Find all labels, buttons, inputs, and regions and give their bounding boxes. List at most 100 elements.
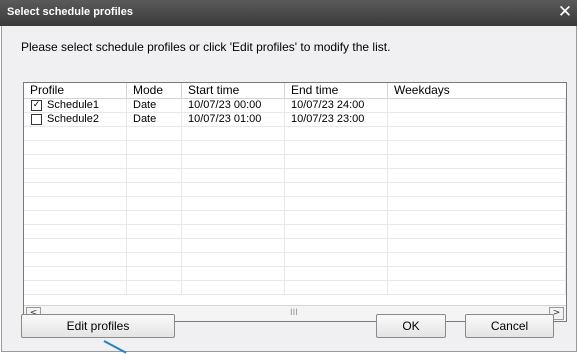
empty-cell xyxy=(285,239,388,252)
checkbox-checked[interactable]: ✓ xyxy=(31,100,42,111)
dialog-body: Please select schedule profiles or click… xyxy=(1,26,577,352)
empty-table-row xyxy=(24,211,566,225)
empty-cell xyxy=(182,211,285,224)
empty-cell xyxy=(388,183,566,196)
empty-table-row xyxy=(24,281,566,295)
empty-table-row xyxy=(24,225,566,239)
empty-cell xyxy=(127,183,182,196)
empty-table-row xyxy=(24,141,566,155)
cell-weekdays xyxy=(388,113,566,126)
empty-table-row xyxy=(24,197,566,211)
empty-cell xyxy=(285,169,388,182)
empty-cell xyxy=(127,169,182,182)
column-header-profile[interactable]: Profile xyxy=(24,83,127,98)
empty-cell xyxy=(182,281,285,294)
empty-table-row xyxy=(24,267,566,281)
empty-cell xyxy=(285,155,388,168)
column-header-weekdays[interactable]: Weekdays xyxy=(388,83,566,98)
empty-table-row xyxy=(24,239,566,253)
empty-cell xyxy=(388,127,566,140)
empty-cell xyxy=(24,169,127,182)
empty-cell xyxy=(127,127,182,140)
column-header-end-time[interactable]: End time xyxy=(285,83,388,98)
empty-table-row xyxy=(24,253,566,267)
empty-cell xyxy=(24,239,127,252)
empty-cell xyxy=(127,253,182,266)
empty-cell xyxy=(285,225,388,238)
empty-cell xyxy=(285,211,388,224)
empty-cell xyxy=(388,197,566,210)
empty-cell xyxy=(182,127,285,140)
empty-cell xyxy=(182,239,285,252)
cell-mode: Date xyxy=(127,113,182,126)
empty-table-row xyxy=(24,155,566,169)
empty-cell xyxy=(24,281,127,294)
empty-cell xyxy=(127,239,182,252)
empty-cell xyxy=(388,281,566,294)
empty-cell xyxy=(127,281,182,294)
empty-cell xyxy=(388,211,566,224)
empty-cell xyxy=(127,211,182,224)
empty-cell xyxy=(127,155,182,168)
close-icon[interactable]: ✕ xyxy=(556,2,574,22)
cell-weekdays xyxy=(388,99,566,112)
empty-cell xyxy=(24,141,127,154)
empty-cell xyxy=(285,267,388,280)
empty-table-row xyxy=(24,127,566,141)
empty-cell xyxy=(388,155,566,168)
cell-end: 10/07/23 23:00 xyxy=(285,113,388,126)
empty-cell xyxy=(182,141,285,154)
empty-cell xyxy=(127,225,182,238)
empty-cell xyxy=(285,141,388,154)
scroll-grip-icon[interactable]: III xyxy=(290,308,298,318)
cell-start: 10/07/23 00:00 xyxy=(182,99,285,112)
empty-cell xyxy=(285,183,388,196)
empty-cell xyxy=(285,127,388,140)
cell-end: 10/07/23 24:00 xyxy=(285,99,388,112)
empty-cell xyxy=(388,141,566,154)
empty-cell xyxy=(24,211,127,224)
empty-cell xyxy=(24,253,127,266)
table-row[interactable]: Schedule1 Date 10/07/23 00:00 10/07/23 24:0… xyxy=(24,99,566,113)
empty-cell xyxy=(182,183,285,196)
empty-table-row xyxy=(24,169,566,183)
edit-profiles-button[interactable]: Edit profiles xyxy=(21,314,175,338)
cell-mode: Date xyxy=(127,99,182,112)
empty-cell xyxy=(285,281,388,294)
empty-cell xyxy=(182,225,285,238)
list-rows: Schedule1 Date 10/07/23 00:00 10/07/23 24:0… xyxy=(24,99,566,295)
empty-cell xyxy=(24,127,127,140)
cell-start: 10/07/23 01:00 xyxy=(182,113,285,126)
empty-table-row xyxy=(24,183,566,197)
empty-cell xyxy=(388,169,566,182)
empty-cell xyxy=(127,197,182,210)
empty-cell xyxy=(24,267,127,280)
empty-cell xyxy=(388,253,566,266)
list-header: Profile Mode Start time End time Weekday… xyxy=(24,83,566,99)
empty-cell xyxy=(388,267,566,280)
table-row[interactable]: Schedule2 Date 10/07/23 01:00 10/07/23 23:0… xyxy=(24,113,566,127)
empty-cell xyxy=(182,197,285,210)
title-bar: Select schedule profiles ✕ xyxy=(0,0,577,26)
column-header-start-time[interactable]: Start time xyxy=(182,83,285,98)
instruction-text: Please select schedule profiles or click… xyxy=(21,40,391,54)
empty-cell xyxy=(388,239,566,252)
column-header-mode[interactable]: Mode xyxy=(127,83,182,98)
empty-cell xyxy=(24,155,127,168)
empty-cell xyxy=(285,197,388,210)
empty-cell xyxy=(388,225,566,238)
empty-cell xyxy=(182,169,285,182)
empty-cell xyxy=(182,155,285,168)
empty-cell xyxy=(285,253,388,266)
window-title: Select schedule profiles xyxy=(7,6,133,18)
cancel-button[interactable]: Cancel xyxy=(465,314,554,338)
checkbox-unchecked[interactable] xyxy=(31,114,42,125)
ok-button[interactable]: OK xyxy=(376,314,446,338)
empty-cell xyxy=(182,253,285,266)
empty-cell xyxy=(24,183,127,196)
empty-cell xyxy=(127,267,182,280)
empty-cell xyxy=(182,267,285,280)
empty-cell xyxy=(24,225,127,238)
empty-cell xyxy=(24,197,127,210)
schedule-profiles-list[interactable]: Profile Mode Start time End time Weekday… xyxy=(23,82,567,322)
